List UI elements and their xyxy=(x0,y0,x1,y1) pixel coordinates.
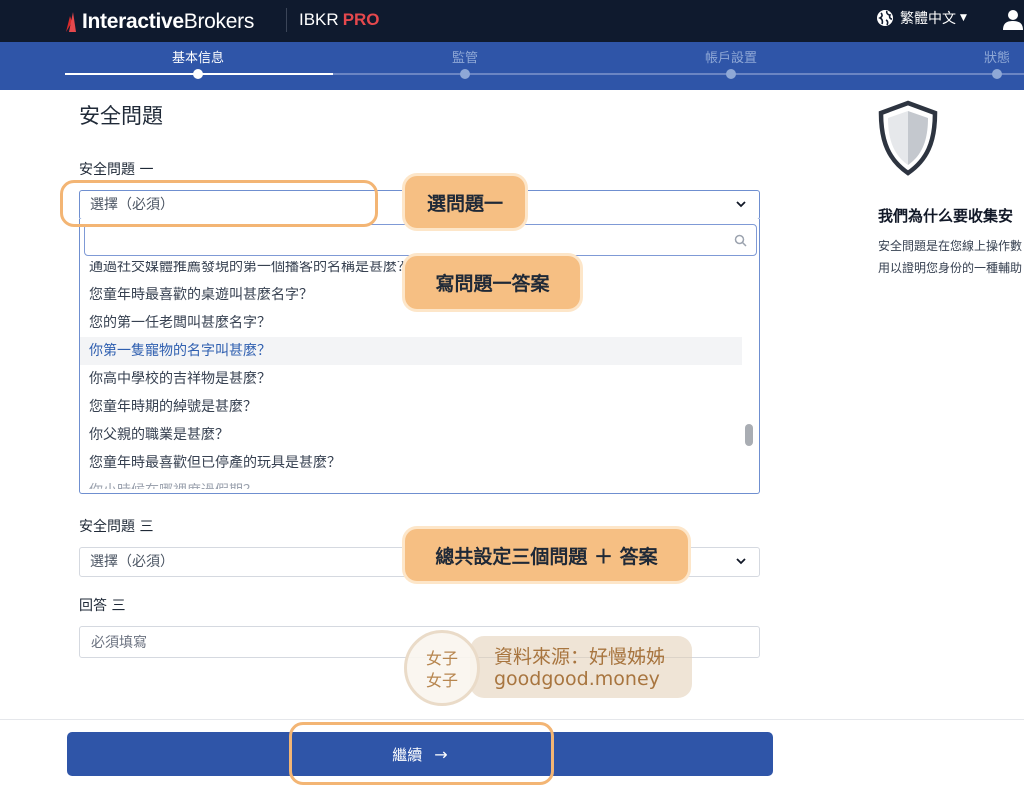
dropdown-search-input[interactable] xyxy=(84,224,757,256)
watermark-logo: 女子 女子 xyxy=(425,649,458,690)
language-selector[interactable]: 繁體中文 ▼ xyxy=(876,8,967,28)
step-status-dot xyxy=(992,69,1002,79)
dropdown-option[interactable]: 你高中學校的吉祥物是甚麼？ xyxy=(80,365,742,393)
ib-logo-icon xyxy=(66,12,76,32)
product-tier: PRO xyxy=(342,10,380,29)
step-basic-info-dot xyxy=(193,69,203,79)
highlight-ring-continue xyxy=(289,722,554,785)
caret-down-icon: ▼ xyxy=(960,13,967,23)
dropdown-option[interactable]: 您童年時最喜歡但已停產的玩具是甚麼？ xyxy=(80,449,742,477)
globe-icon xyxy=(877,10,893,26)
dropdown-option[interactable]: 您童年時期的綽號是甚麼？ xyxy=(80,393,742,421)
step-account-setup-label: 帳戶設置 xyxy=(704,51,758,66)
chevron-down-icon xyxy=(736,558,746,565)
security-question-3-value: 選擇（必須） xyxy=(90,554,174,570)
brand-name: InteractiveBrokers xyxy=(82,10,255,33)
answer-3-label: 回答 三 xyxy=(79,598,126,614)
header-divider xyxy=(286,8,287,32)
shield-icon xyxy=(878,100,938,176)
step-regulatory-dot xyxy=(460,69,470,79)
top-navigation-bar: InteractiveBrokers IBKR PRO 繁體中文 ▼ xyxy=(0,0,1024,42)
security-question-3-label: 安全問題 三 xyxy=(79,519,154,535)
step-status-label: 狀態 xyxy=(983,51,1011,66)
annotation-answer-question-1: 寫問題一答案 xyxy=(405,256,580,309)
highlight-ring-question-1 xyxy=(60,180,378,227)
dropdown-option[interactable]: 您的第一任老闆叫甚麼名字？ xyxy=(80,309,742,337)
brand-logo[interactable]: InteractiveBrokers xyxy=(64,8,254,36)
info-panel-line-1: 安全問題是在您線上操作數 xyxy=(878,239,1023,253)
user-icon[interactable] xyxy=(1002,8,1024,30)
progress-stepper: 基本信息 監管 帳戶設置 狀態 xyxy=(0,42,1024,90)
language-label: 繁體中文 xyxy=(900,11,956,27)
step-basic-info-label: 基本信息 xyxy=(171,51,225,66)
step-regulatory-label: 監管 xyxy=(451,51,479,66)
dropdown-option-highlighted[interactable]: 你第一隻寵物的名字叫甚麼？ xyxy=(80,337,742,365)
search-icon xyxy=(734,234,747,247)
step-account-setup-dot xyxy=(726,69,736,79)
info-panel-title: 我們為什么要收集安 xyxy=(878,207,1014,225)
info-panel-line-2: 用以證明您身份的一種輔助 xyxy=(878,261,1023,275)
dropdown-option[interactable]: 你父親的職業是甚麼？ xyxy=(80,421,742,449)
page-title: 安全問題 xyxy=(79,104,163,128)
annotation-total-questions: 總共設定三個問題 ＋ 答案 xyxy=(405,529,688,581)
annotation-select-question-1: 選問題一 xyxy=(405,176,525,228)
dropdown-option[interactable]: 你小時候在哪裡度過假期？ xyxy=(80,477,742,489)
product-name: IBKR PRO xyxy=(299,10,380,29)
security-question-1-label: 安全問題 一 xyxy=(79,162,154,178)
chevron-down-icon xyxy=(736,201,746,208)
watermark-source: 資料來源：好慢姊姊 xyxy=(494,646,666,668)
watermark-site: goodgood.money xyxy=(494,668,660,690)
dropdown-scrollbar[interactable] xyxy=(745,424,753,446)
footer-divider xyxy=(0,719,1024,720)
